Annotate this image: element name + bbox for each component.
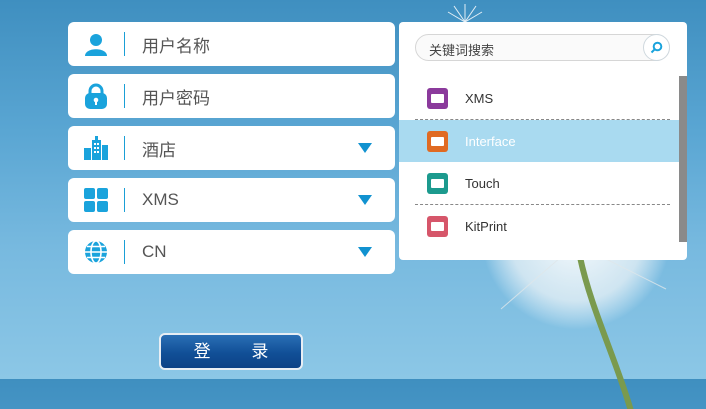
touch-app-icon bbox=[427, 172, 448, 194]
hotel-select[interactable]: 酒店 bbox=[68, 126, 395, 170]
list-item-label: KitPrint bbox=[465, 218, 507, 234]
system-value: XMS bbox=[142, 190, 179, 209]
chevron-down-icon[interactable] bbox=[358, 247, 372, 257]
interface-app-icon bbox=[427, 130, 448, 152]
kitprint-app-icon bbox=[427, 215, 448, 237]
system-dropdown-panel: 关键词搜索 XMS Interface Touch KitPrint bbox=[399, 22, 687, 260]
chevron-down-icon[interactable] bbox=[358, 143, 372, 153]
login-button[interactable]: 登 录 bbox=[159, 333, 303, 370]
scrollbar[interactable] bbox=[679, 76, 687, 242]
list-item-touch[interactable]: Touch bbox=[399, 162, 679, 204]
list-item-interface[interactable]: Interface bbox=[399, 120, 679, 162]
user-icon bbox=[68, 22, 124, 66]
list-item-xms[interactable]: XMS bbox=[399, 77, 679, 119]
language-value: CN bbox=[142, 242, 167, 261]
username-field[interactable]: 用户名称 bbox=[68, 22, 395, 66]
search-icon[interactable] bbox=[643, 34, 670, 61]
password-input[interactable]: 用户密码 bbox=[142, 84, 395, 109]
search-input[interactable]: 关键词搜索 bbox=[429, 40, 494, 59]
grid-icon bbox=[68, 178, 124, 222]
username-input[interactable]: 用户名称 bbox=[142, 32, 395, 57]
list-item-label: Interface bbox=[465, 133, 516, 149]
chevron-down-icon[interactable] bbox=[358, 195, 372, 205]
field-divider bbox=[124, 240, 125, 264]
search-field[interactable]: 关键词搜索 bbox=[415, 34, 670, 61]
field-divider bbox=[124, 188, 125, 212]
globe-icon bbox=[68, 230, 124, 274]
field-divider bbox=[124, 136, 125, 160]
language-select[interactable]: CN bbox=[68, 230, 395, 274]
lock-icon bbox=[68, 74, 124, 118]
dandelion-seed-decoration bbox=[447, 4, 483, 22]
list-item-kitprint[interactable]: KitPrint bbox=[399, 205, 679, 247]
field-divider bbox=[124, 84, 125, 108]
building-icon bbox=[68, 126, 124, 170]
field-divider bbox=[124, 32, 125, 56]
password-field[interactable]: 用户密码 bbox=[68, 74, 395, 118]
system-select[interactable]: XMS bbox=[68, 178, 395, 222]
hotel-value: 酒店 bbox=[142, 140, 176, 160]
list-item-label: Touch bbox=[465, 175, 500, 191]
xms-app-icon bbox=[427, 87, 448, 109]
list-item-label: XMS bbox=[465, 90, 494, 106]
